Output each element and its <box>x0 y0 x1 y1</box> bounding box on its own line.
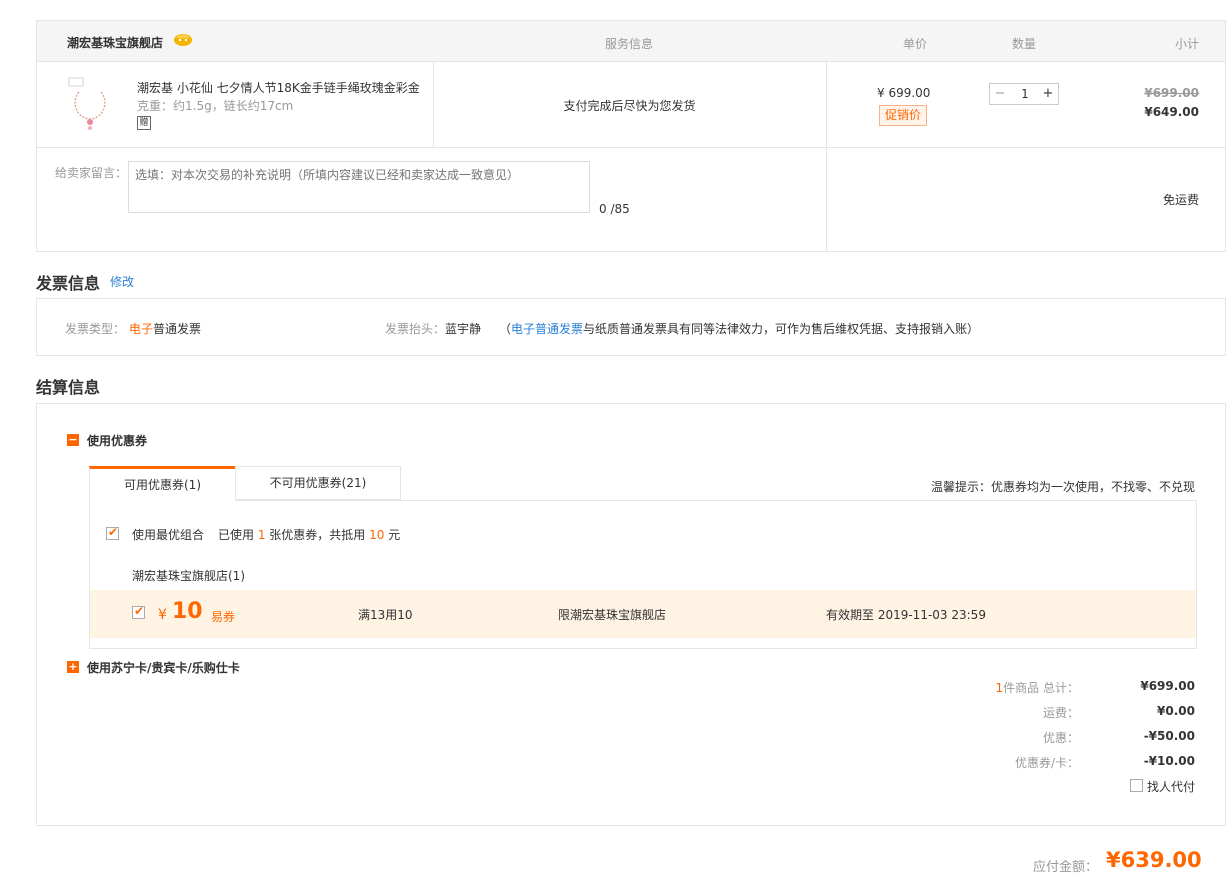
tab-unavailable-coupons[interactable]: 不可用优惠券(21) <box>235 466 401 500</box>
shipping-value: ¥0.00 <box>1157 704 1195 718</box>
quantity-stepper: − 1 + <box>989 83 1059 105</box>
header-service: 服务信息 <box>605 37 654 51</box>
store-name[interactable]: 潮宏基珠宝旗舰店 <box>67 34 163 51</box>
invoice-section-title: 发票信息 <box>36 274 101 293</box>
coupon-card-label: 优惠券/卡： <box>1014 756 1079 770</box>
invoice-type-value: 电子普通发票 <box>129 320 201 337</box>
unit-price: ¥ 699.00 <box>877 86 931 100</box>
invoice-type-label: 发票类型： <box>65 322 126 336</box>
invoice-box: 发票类型： 电子普通发票 发票抬头： 蓝宇静 （电子普通发票与纸质普通发票具有同… <box>36 298 1226 356</box>
order-table: 潮宏基珠宝旗舰店 服务信息 单价 数量 小计 潮宏基 小花仙 七夕情人节18K金… <box>36 20 1226 252</box>
store-badge-icon <box>173 31 193 47</box>
promo-badge: 促销价 <box>879 105 928 126</box>
proxy-pay-label[interactable]: 找人代付 <box>1147 778 1195 795</box>
best-used-text-a: 已使用 <box>218 528 258 542</box>
header-subtotal: 小计 <box>1174 37 1199 51</box>
order-header: 潮宏基珠宝旗舰店 服务信息 单价 数量 小计 <box>37 21 1225 62</box>
coupon-card-value: -¥10.00 <box>1143 754 1195 768</box>
invoice-type-normal: 普通发票 <box>153 322 202 336</box>
invoice-type-electronic: 电子 <box>129 322 154 336</box>
product-spec: 克重：约1.5g，链长约17cm <box>137 99 294 113</box>
best-combo-summary: 已使用 1 张优惠券，共抵用 10 元 <box>218 526 400 543</box>
settlement-box: − 使用优惠券 可用优惠券(1) 不可用优惠券(21) 温馨提示：优惠券均为一次… <box>36 403 1226 826</box>
message-char-count: 0 /85 <box>599 202 630 216</box>
payable-total: ¥639.00 <box>1106 848 1202 872</box>
coupon-currency: ¥ <box>158 607 167 623</box>
best-used-text-c: 元 <box>384 528 401 542</box>
coupon-panel: 使用最优组合 已使用 1 张优惠券，共抵用 10 元 潮宏基珠宝旗舰店(1) ¥… <box>89 500 1197 649</box>
gift-tag-icon: 赠 <box>137 116 151 130</box>
header-unit-price: 单价 <box>903 37 928 51</box>
qty-input[interactable]: 1 <box>1010 84 1040 104</box>
invoice-edit-link[interactable]: 修改 <box>110 273 134 290</box>
items-total-label-text: 件商品 总计： <box>1003 681 1079 695</box>
order-item-row: 潮宏基 小花仙 七夕情人节18K金手链手绳玫瑰金彩金 克重：约1.5g，链长约1… <box>37 62 1225 148</box>
invoice-head-label: 发票抬头： <box>385 322 446 336</box>
coupon-checkbox[interactable] <box>132 604 145 619</box>
collapse-icon[interactable]: − <box>67 434 79 446</box>
coupon-amount: 10 <box>172 599 203 624</box>
settlement-section-title: 结算信息 <box>36 378 101 397</box>
product-title[interactable]: 潮宏基 小花仙 七夕情人节18K金手链手绳玫瑰金彩金 <box>137 79 427 96</box>
divider <box>826 62 827 252</box>
coupon-expiry: 有效期至 2019-11-03 23:59 <box>826 608 986 622</box>
invoice-note-open: （ <box>499 322 512 336</box>
e-invoice-link[interactable]: 电子普通发票 <box>511 322 583 336</box>
invoice-note-text: 与纸质普通发票具有同等法律效力，可作为售后维权凭据、支持报销入账） <box>583 322 980 336</box>
qty-minus-button[interactable]: − <box>990 84 1010 104</box>
shipping-info: 免运费 <box>1162 193 1199 207</box>
coupon-condition: 满13用10 <box>358 608 413 622</box>
use-cards-label[interactable]: 使用苏宁卡/贵宾卡/乐购仕卡 <box>87 659 240 676</box>
service-info: 支付完成后尽快为您发货 <box>563 99 696 113</box>
items-total-label: 1件商品 总计： <box>996 679 1079 696</box>
subtotal: ¥649.00 <box>1144 105 1199 119</box>
coupon-tip: 温馨提示：优惠券均为一次使用，不找零、不兑现 <box>930 480 1195 494</box>
proxy-pay-checkbox[interactable] <box>1130 779 1143 792</box>
best-used-amount: 10 <box>369 528 385 542</box>
use-coupon-label[interactable]: 使用优惠券 <box>87 432 147 449</box>
shipping-label: 运费： <box>1042 706 1079 720</box>
invoice-note: （电子普通发票与纸质普通发票具有同等法律效力，可作为售后维权凭据、支持报销入账） <box>499 320 979 337</box>
invoice-head-value: 蓝宇静 <box>445 322 482 336</box>
qty-plus-button[interactable]: + <box>1038 84 1058 104</box>
best-combo-checkbox[interactable] <box>106 525 119 540</box>
discount-value: -¥50.00 <box>1143 729 1195 743</box>
coupon-scope: 限潮宏基珠宝旗舰店 <box>558 608 667 622</box>
tab-available-coupons[interactable]: 可用优惠券(1) <box>89 466 235 501</box>
product-image[interactable] <box>65 76 115 134</box>
best-used-text-b: 张优惠券，共抵用 <box>265 528 370 542</box>
best-combo-label: 使用最优组合 <box>132 528 205 542</box>
seller-message-input[interactable] <box>128 161 590 213</box>
payable-label: 应付金额： <box>1033 860 1099 875</box>
discount-label: 优惠： <box>1042 731 1079 745</box>
store-coupons-heading: 潮宏基珠宝旗舰店(1) <box>132 569 245 583</box>
expand-icon[interactable]: + <box>67 661 79 673</box>
coupon-type: 易券 <box>211 610 236 624</box>
original-subtotal: ¥699.00 <box>1144 86 1199 100</box>
coupon-row[interactable]: ¥ 10 易券 满13用10 限潮宏基珠宝旗舰店 有效期至 2019-11-03… <box>90 590 1196 638</box>
header-quantity: 数量 <box>1012 37 1037 51</box>
items-total-value: ¥699.00 <box>1140 679 1195 693</box>
message-label: 给卖家留言： <box>55 166 128 180</box>
